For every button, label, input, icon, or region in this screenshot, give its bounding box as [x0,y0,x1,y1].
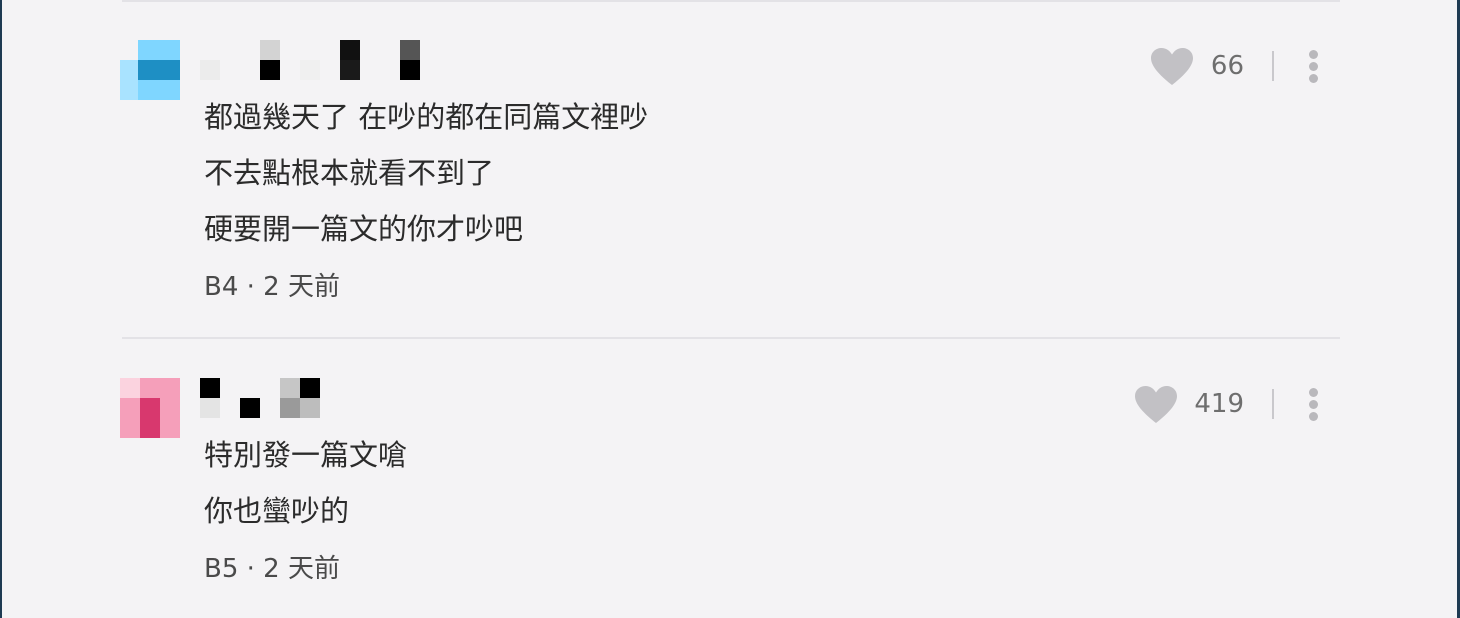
divider [122,0,1340,2]
separator [1272,51,1274,81]
comment-line: 特別發一篇文嗆 [204,438,408,472]
comment-line: 都過幾天了 在吵的都在同篇文裡吵 [204,100,649,134]
heart-icon [1135,386,1177,423]
more-options-button[interactable] [1302,384,1326,424]
comment-line: 硬要開一篇文的你才吵吧 [204,212,524,246]
like-count: 66 [1210,51,1244,81]
comment-list-panel: 都過幾天了 在吵的都在同篇文裡吵 不去點根本就看不到了 硬要開一篇文的你才吵吧 … [2,0,1457,618]
floor-time: B4 · 2 天前 [204,272,340,302]
username-redacted[interactable] [200,40,440,80]
divider [122,337,1340,339]
comment-line: 你也蠻吵的 [204,494,350,528]
comment-text: 都過幾天了 在吵的都在同篇文裡吵 不去點根本就看不到了 硬要開一篇文的你才吵吧 [204,89,648,257]
like-button[interactable] [1134,385,1178,425]
avatar[interactable] [120,40,180,100]
like-count: 419 [1194,389,1244,419]
comment-line: 不去點根本就看不到了 [204,156,495,190]
username-redacted[interactable] [200,378,440,418]
separator [1272,389,1274,419]
comment-text: 特別發一篇文嗆 你也蠻吵的 [204,427,407,539]
avatar[interactable] [120,378,180,438]
floor-time: B5 · 2 天前 [204,554,340,584]
more-options-button[interactable] [1302,46,1326,86]
